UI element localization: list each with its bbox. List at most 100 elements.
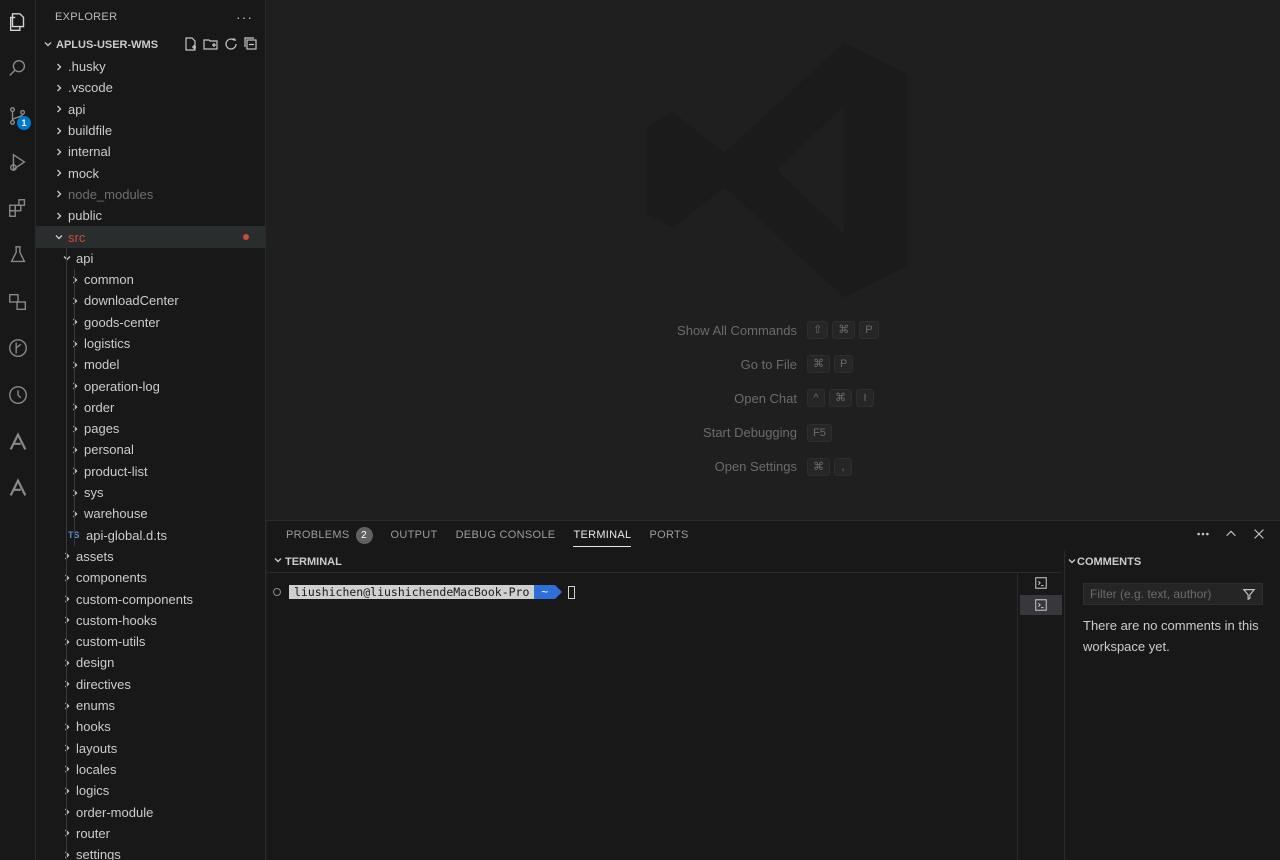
chevron-right-icon	[52, 62, 66, 72]
folder-item[interactable]: components	[36, 567, 265, 588]
more-actions-icon[interactable]: ···	[236, 9, 253, 25]
folder-item[interactable]: custom-hooks	[36, 610, 265, 631]
tab-debug-console[interactable]: DEBUG CONSOLE	[456, 521, 556, 549]
tab-label: DEBUG CONSOLE	[455, 529, 556, 541]
brand-a2-icon[interactable]	[0, 470, 36, 506]
terminal-body[interactable]: liushichen@liushichendeMacBook-Pro ~	[267, 577, 1015, 857]
folder-item[interactable]: node_modules	[36, 184, 265, 205]
panel-actions	[1196, 527, 1266, 546]
chevron-right-icon	[52, 104, 66, 114]
folder-item[interactable]: operation-log	[36, 375, 265, 396]
folder-item[interactable]: warehouse	[36, 503, 265, 524]
folder-item[interactable]: order	[36, 397, 265, 418]
folder-item[interactable]: settings	[36, 844, 265, 860]
folder-item[interactable]: layouts	[36, 738, 265, 759]
tree-item-label: logistics	[84, 336, 131, 351]
filter-icon[interactable]	[1242, 587, 1256, 604]
tree-item-label: .husky	[68, 59, 106, 75]
tree-item-label: internal	[68, 144, 111, 160]
comments-empty-message: There are no comments in this workspace …	[1083, 618, 1259, 654]
terminal-icon	[1035, 577, 1047, 589]
more-actions-icon[interactable]	[1196, 527, 1210, 546]
folder-item[interactable]: assets	[36, 546, 265, 567]
folder-item[interactable]: internal	[36, 141, 265, 162]
folder-item[interactable]: downloadCenter	[36, 290, 265, 311]
shortcut-hint: Show All Commands ⇧ ⌘ P	[577, 321, 883, 339]
extensions-icon[interactable]	[0, 190, 36, 226]
close-panel-icon[interactable]	[1252, 527, 1266, 546]
workspace-header[interactable]: APLUS-USER-WMS	[36, 34, 265, 56]
terminal-section-header[interactable]: TERMINAL	[267, 551, 1061, 573]
folder-item[interactable]: .vscode	[36, 77, 265, 98]
search-icon[interactable]	[0, 50, 36, 86]
folder-item[interactable]: design	[36, 652, 265, 673]
folder-item[interactable]: common	[36, 269, 265, 290]
shortcut-hint: Open Chat ^ ⌘ I	[577, 389, 878, 408]
brand-a-icon[interactable]	[0, 424, 36, 460]
tab-problems[interactable]: PROBLEMS 2	[286, 521, 373, 549]
refresh-icon[interactable]	[223, 36, 239, 55]
tree-item-label: settings	[76, 847, 121, 860]
folder-item[interactable]: sys	[36, 482, 265, 503]
explorer-title: EXPLORER	[55, 11, 118, 23]
comments-header-label: COMMENTS	[1077, 556, 1142, 568]
tree-item-label: common	[84, 272, 134, 288]
tree-item-label: public	[68, 208, 102, 224]
tree-item-label: node_modules	[68, 186, 154, 202]
folder-item[interactable]: logistics	[36, 333, 265, 354]
folder-item[interactable]: goods-center	[36, 312, 265, 333]
folder-item[interactable]: directives	[36, 674, 265, 695]
new-folder-icon[interactable]	[203, 36, 219, 55]
timeline-icon[interactable]	[0, 377, 36, 413]
tab-output[interactable]: OUTPUT	[391, 521, 438, 549]
folder-item[interactable]: product-list	[36, 461, 265, 482]
folder-item[interactable]: public	[36, 205, 265, 226]
collapse-all-icon[interactable]	[243, 36, 259, 55]
shortcut-label: Go to File	[740, 356, 797, 372]
folder-item[interactable]: logics	[36, 780, 265, 801]
tree-item-label: components	[76, 570, 147, 586]
tab-ports[interactable]: PORTS	[649, 521, 688, 549]
files-icon[interactable]	[0, 4, 36, 40]
remote-explorer-icon[interactable]	[0, 284, 36, 320]
terminal-instance-active[interactable]	[1020, 595, 1062, 615]
folder-item[interactable]: personal	[36, 439, 265, 460]
chevron-right-icon	[68, 466, 82, 476]
folder-item[interactable]: router	[36, 823, 265, 844]
folder-item[interactable]: locales	[36, 759, 265, 780]
file-item[interactable]: TSapi-global.d.ts	[36, 525, 265, 546]
git-graph-icon[interactable]	[0, 330, 36, 366]
terminal-instance[interactable]	[1020, 573, 1062, 593]
maximize-panel-icon[interactable]	[1224, 527, 1238, 546]
tree-item-label: custom-hooks	[76, 612, 157, 628]
typescript-file-icon: TS	[68, 530, 84, 540]
folder-item[interactable]: pages	[36, 418, 265, 439]
tab-label: PROBLEMS	[286, 529, 350, 541]
testing-icon[interactable]	[0, 237, 36, 273]
run-debug-icon[interactable]	[0, 144, 36, 180]
source-control-icon[interactable]: 1	[0, 98, 36, 134]
folder-item[interactable]: src	[36, 226, 265, 248]
chevron-right-icon	[52, 126, 66, 136]
folder-item[interactable]: mock	[36, 162, 265, 183]
shortcut-hint: Go to File ⌘ P	[577, 355, 857, 374]
folder-item[interactable]: api	[36, 248, 265, 269]
comments-filter-input[interactable]	[1090, 587, 1230, 601]
chevron-right-icon	[68, 509, 82, 519]
folder-item[interactable]: enums	[36, 695, 265, 716]
folder-item[interactable]: custom-utils	[36, 631, 265, 652]
tab-terminal[interactable]: TERMINAL	[573, 521, 632, 549]
folder-item[interactable]: order-module	[36, 801, 265, 822]
folder-item[interactable]: custom-components	[36, 588, 265, 609]
folder-item[interactable]: buildfile	[36, 120, 265, 141]
source-control-badge: 1	[17, 116, 31, 130]
tree-item-label: directives	[76, 676, 131, 692]
folder-item[interactable]: .husky	[36, 56, 265, 77]
new-file-icon[interactable]	[183, 36, 199, 55]
comments-header[interactable]: COMMENTS	[1065, 551, 1280, 573]
tree-item-label: order	[84, 399, 115, 415]
folder-item[interactable]: hooks	[36, 716, 265, 737]
chevron-right-icon	[68, 424, 82, 434]
folder-item[interactable]: model	[36, 354, 265, 375]
folder-item[interactable]: api	[36, 99, 265, 120]
